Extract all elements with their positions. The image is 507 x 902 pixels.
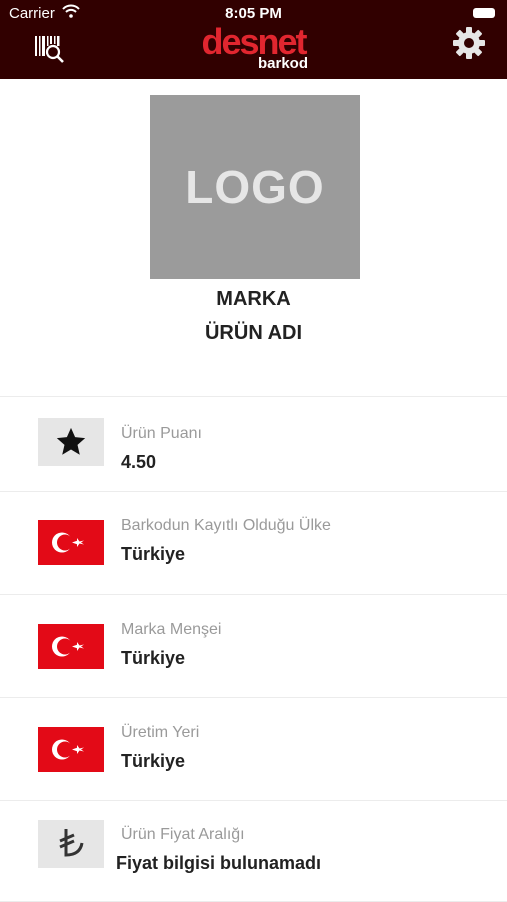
detail-row-brand-origin[interactable]: Marka Menşei Türkiye (0, 594, 507, 698)
app-logo-subtext: barkod (258, 55, 309, 72)
app-logo-text: desnet (201, 21, 307, 62)
product-brand: MARKA (216, 288, 291, 310)
detail-value: Türkiye (121, 751, 186, 771)
product-logo-text: LOGO (185, 161, 325, 213)
turkey-flag-icon (38, 727, 104, 772)
gear-icon (453, 27, 485, 59)
product-name: ÜRÜN ADI (204, 322, 303, 344)
detail-label: Barkodun Kayıtlı Olduğu Ülke (121, 517, 331, 534)
detail-label: Ürün Puanı (121, 425, 202, 442)
detail-value: 4.50 (121, 452, 157, 472)
settings-button[interactable] (452, 26, 486, 60)
detail-label: Marka Menşei (121, 621, 222, 638)
detail-label: Üretim Yeri (121, 724, 200, 741)
star-icon (38, 418, 104, 466)
detail-label: Ürün Fiyat Aralığı (121, 826, 245, 843)
detail-row-barcode-country[interactable]: Barkodun Kayıtlı Olduğu Ülke Türkiye (0, 491, 507, 595)
detail-value: Türkiye (121, 648, 186, 668)
app-header: Carrier 8:05 PM desnet barkod (0, 0, 507, 79)
detail-row-rating[interactable]: Ürün Puanı 4.50 (0, 396, 507, 492)
detail-value: Türkiye (121, 544, 186, 564)
product-logo-placeholder: LOGO (150, 95, 360, 279)
lira-icon (38, 820, 104, 868)
turkey-flag-icon (38, 520, 104, 565)
battery-icon (473, 8, 495, 18)
detail-row-price-range[interactable]: Ürün Fiyat Aralığı Fiyat bilgisi bulunam… (0, 800, 507, 902)
app-logo: desnet barkod (0, 21, 507, 73)
detail-value: Fiyat bilgisi bulunamadı (116, 853, 322, 873)
turkey-flag-icon (38, 624, 104, 669)
status-time: 8:05 PM (225, 5, 282, 22)
detail-row-production-place[interactable]: Üretim Yeri Türkiye (0, 697, 507, 801)
